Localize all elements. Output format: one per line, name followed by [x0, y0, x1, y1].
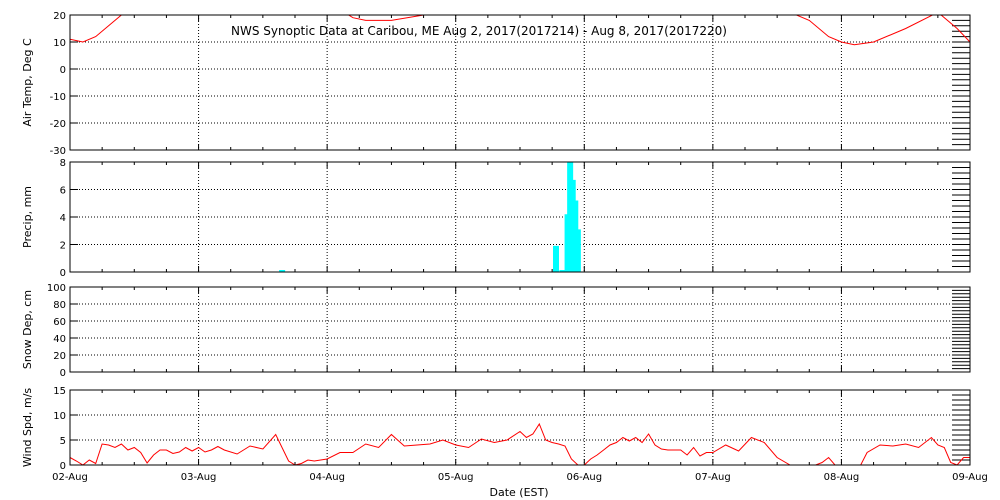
y-tick-label: 5	[60, 436, 66, 447]
y-tick-label: 100	[47, 283, 66, 294]
x-tick-label: 09-Aug	[952, 472, 988, 483]
panel-plot-area	[279, 162, 581, 272]
y-tick-label: 80	[53, 300, 66, 311]
y-axis-label: Wind Spd, m/s	[21, 388, 34, 468]
chart-panels: -30 -20 -10 0 10 20 Air Temp, Deg C 0 2 4 6 8 Precip…	[21, 11, 971, 472]
y-tick-label: 20	[53, 11, 66, 22]
y-tick-label: -20	[50, 119, 66, 130]
x-tick-label: 07-Aug	[695, 472, 731, 483]
y-axis-label: Air Temp, Deg C	[21, 38, 34, 127]
x-tick-label: 05-Aug	[438, 472, 474, 483]
y-tick-label: 40	[53, 334, 66, 345]
panel-plot-area	[70, 422, 970, 465]
y-tick-label: 8	[60, 158, 66, 169]
y-tick-label: 15	[53, 386, 66, 397]
x-tick-label: 04-Aug	[309, 472, 345, 483]
x-tick-label: 06-Aug	[566, 472, 602, 483]
x-axis-label: Date (EST)	[489, 486, 548, 499]
x-axis-tick-labels: 02-Aug 03-Aug 04-Aug 05-Aug 06-Aug 07-Aug 08-A…	[52, 472, 988, 483]
y-tick-label: 0	[60, 65, 66, 76]
x-tick-label: 08-Aug	[824, 472, 860, 483]
x-tick-label: 03-Aug	[181, 472, 217, 483]
chart-title: NWS Synoptic Data at Caribou, ME Aug 2, …	[231, 24, 727, 38]
y-tick-label: 4	[60, 213, 66, 224]
y-axis-label: Snow Dep, cm	[21, 290, 34, 369]
y-tick-label: 6	[60, 186, 66, 197]
y-axis-label: Precip, mm	[21, 186, 34, 248]
y-tick-label: 0	[60, 268, 66, 279]
panel-snow_depth: 0 20 40 60 80 100 Snow Dep, cm	[21, 283, 971, 379]
precip-bar	[574, 229, 581, 272]
y-tick-label: 0	[60, 461, 66, 472]
nws-synoptic-chart: NWS Synoptic Data at Caribou, ME Aug 2, …	[21, 11, 988, 499]
y-tick-label: 0	[60, 368, 66, 379]
wind_speed-series-line	[70, 422, 970, 465]
x-tick-label: 02-Aug	[52, 472, 88, 483]
panel-wind_speed: 0 5 10 15 Wind Spd, m/s	[21, 386, 971, 472]
y-tick-label: 10	[53, 38, 66, 49]
precip-bar	[553, 245, 559, 272]
y-tick-label: -30	[50, 146, 66, 157]
panel-frame	[69, 389, 971, 466]
y-tick-label: 10	[53, 411, 66, 422]
y-tick-label: -10	[50, 92, 66, 103]
y-tick-label: 60	[53, 317, 66, 328]
panel-frame	[69, 286, 971, 373]
y-tick-label: 2	[60, 241, 66, 252]
y-tick-label: 20	[53, 351, 66, 362]
